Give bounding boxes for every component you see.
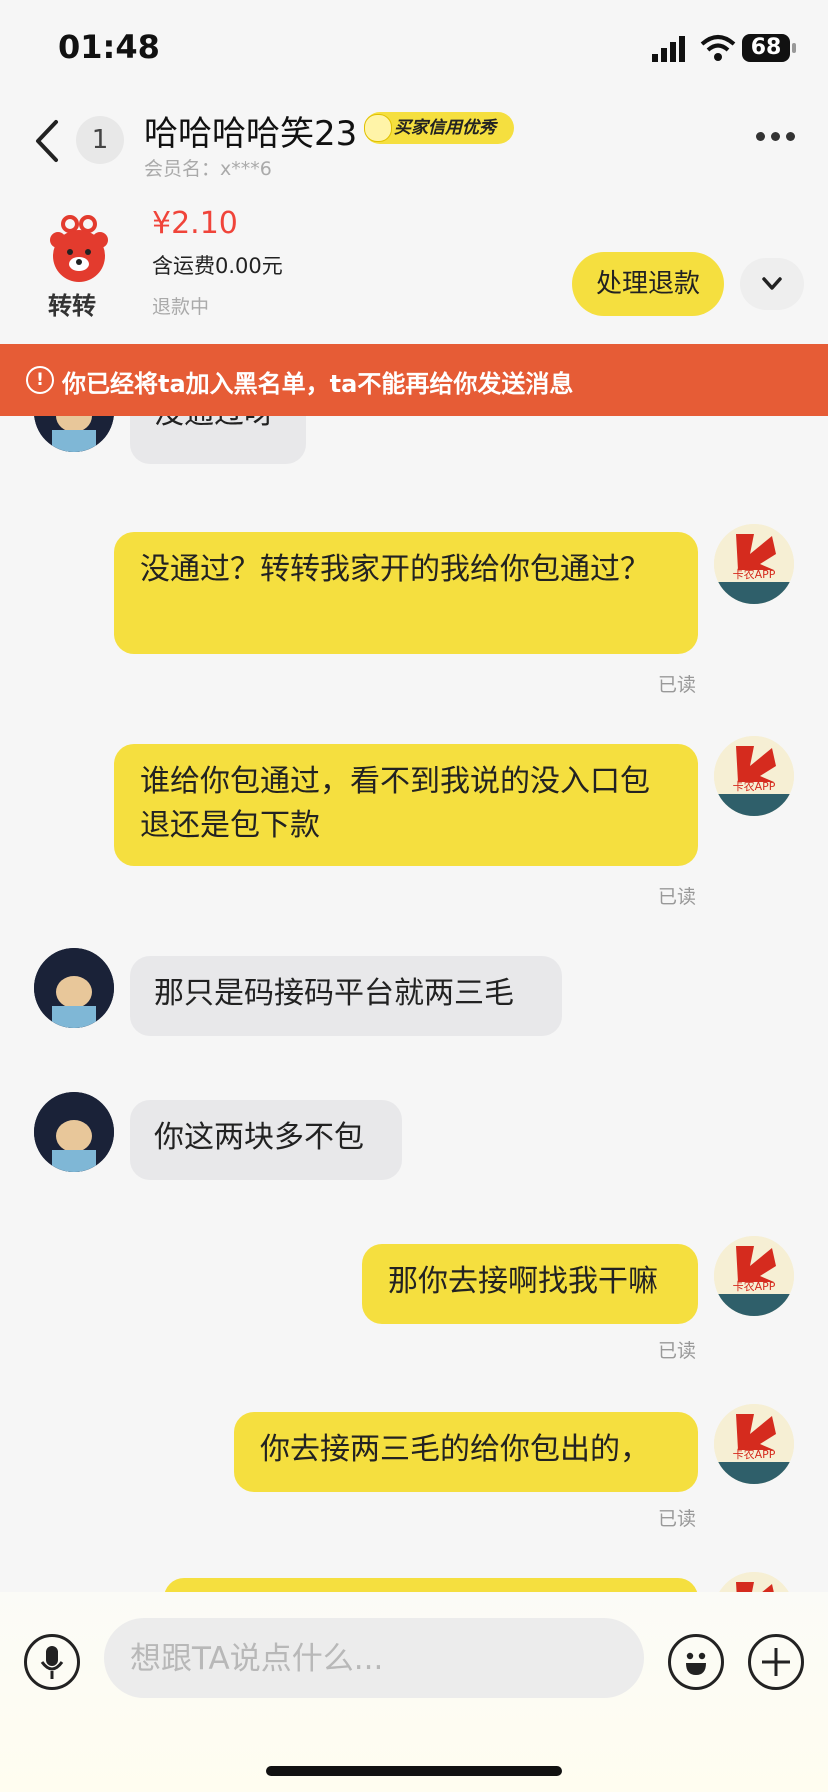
svg-text:卡农APP: 卡农APP	[733, 1279, 776, 1293]
message-bubble[interactable]: 没通过呀	[130, 416, 306, 464]
shipping-fee: 含运费0.00元	[152, 254, 283, 278]
my-avatar[interactable]: 卡农APP	[714, 736, 794, 816]
contact-avatar[interactable]	[34, 416, 114, 452]
status-time: 01:48	[58, 28, 160, 66]
unread-count-badge: 1	[76, 116, 124, 164]
app-name: 转转	[48, 292, 96, 320]
battery-icon: 68	[742, 34, 796, 62]
my-avatar[interactable]: 卡农APP	[714, 1236, 794, 1316]
cellular-signal-icon	[652, 36, 685, 62]
credit-face-icon	[364, 114, 392, 142]
chevron-down-icon	[762, 277, 782, 290]
read-receipt: 已读	[658, 1508, 697, 1530]
order-status: 退款中	[152, 296, 210, 318]
message-bubble-partial[interactable]	[164, 1578, 698, 1592]
message-bubble[interactable]: 你这两块多不包	[130, 1100, 402, 1180]
mic-button[interactable]	[24, 1634, 80, 1690]
message-input[interactable]	[128, 1618, 612, 1700]
svg-text:卡农APP: 卡农APP	[733, 567, 776, 581]
read-receipt: 已读	[658, 886, 697, 908]
my-avatar[interactable]	[714, 1572, 794, 1592]
plus-button[interactable]	[748, 1634, 804, 1690]
my-avatar[interactable]: 卡农APP	[714, 1404, 794, 1484]
message-bubble[interactable]: 你去接两三毛的给你包出的，	[234, 1412, 698, 1492]
blacklist-banner-text: 你已经将ta加入黑名单，ta不能再给你发送消息	[62, 370, 574, 398]
order-price: ¥2.10	[152, 206, 238, 241]
contact-avatar[interactable]	[34, 1092, 114, 1172]
home-indicator	[266, 1766, 562, 1776]
message-bubble[interactable]: 那只是码接码平台就两三毛	[130, 956, 562, 1036]
expand-button[interactable]	[740, 258, 804, 310]
back-icon[interactable]	[30, 118, 66, 164]
emoji-icon	[686, 1652, 706, 1675]
plus-icon	[762, 1648, 790, 1676]
zhuanzhuan-logo	[50, 215, 108, 282]
emoji-button[interactable]	[668, 1634, 724, 1690]
svg-text:卡农APP: 卡农APP	[733, 1447, 776, 1461]
contact-avatar[interactable]	[34, 948, 114, 1028]
message-input-wrapper	[104, 1618, 644, 1700]
chat-title: 哈哈哈哈笑23	[144, 114, 358, 154]
mic-icon	[40, 1646, 64, 1679]
member-name: 会员名：x***6	[144, 158, 272, 180]
warning-icon: !	[26, 366, 54, 394]
read-receipt: 已读	[658, 674, 697, 696]
message-bubble[interactable]: 谁给你包通过，看不到我说的没入口包退还是包下款	[114, 744, 698, 866]
process-refund-button[interactable]: 处理退款	[572, 252, 724, 316]
more-icon[interactable]	[754, 128, 798, 148]
message-list[interactable]: 没通过呀 没通过？转转我家开的我给你包通过？ 卡农APP 已读 谁给你包通过，看…	[0, 416, 828, 1592]
svg-text:卡农APP: 卡农APP	[733, 779, 776, 793]
read-receipt: 已读	[658, 1340, 697, 1362]
message-bubble[interactable]: 没通过？转转我家开的我给你包通过？	[114, 532, 698, 654]
wifi-icon	[700, 35, 736, 61]
my-avatar[interactable]: 卡农APP	[714, 524, 794, 604]
message-bubble[interactable]: 那你去接啊找我干嘛	[362, 1244, 698, 1324]
